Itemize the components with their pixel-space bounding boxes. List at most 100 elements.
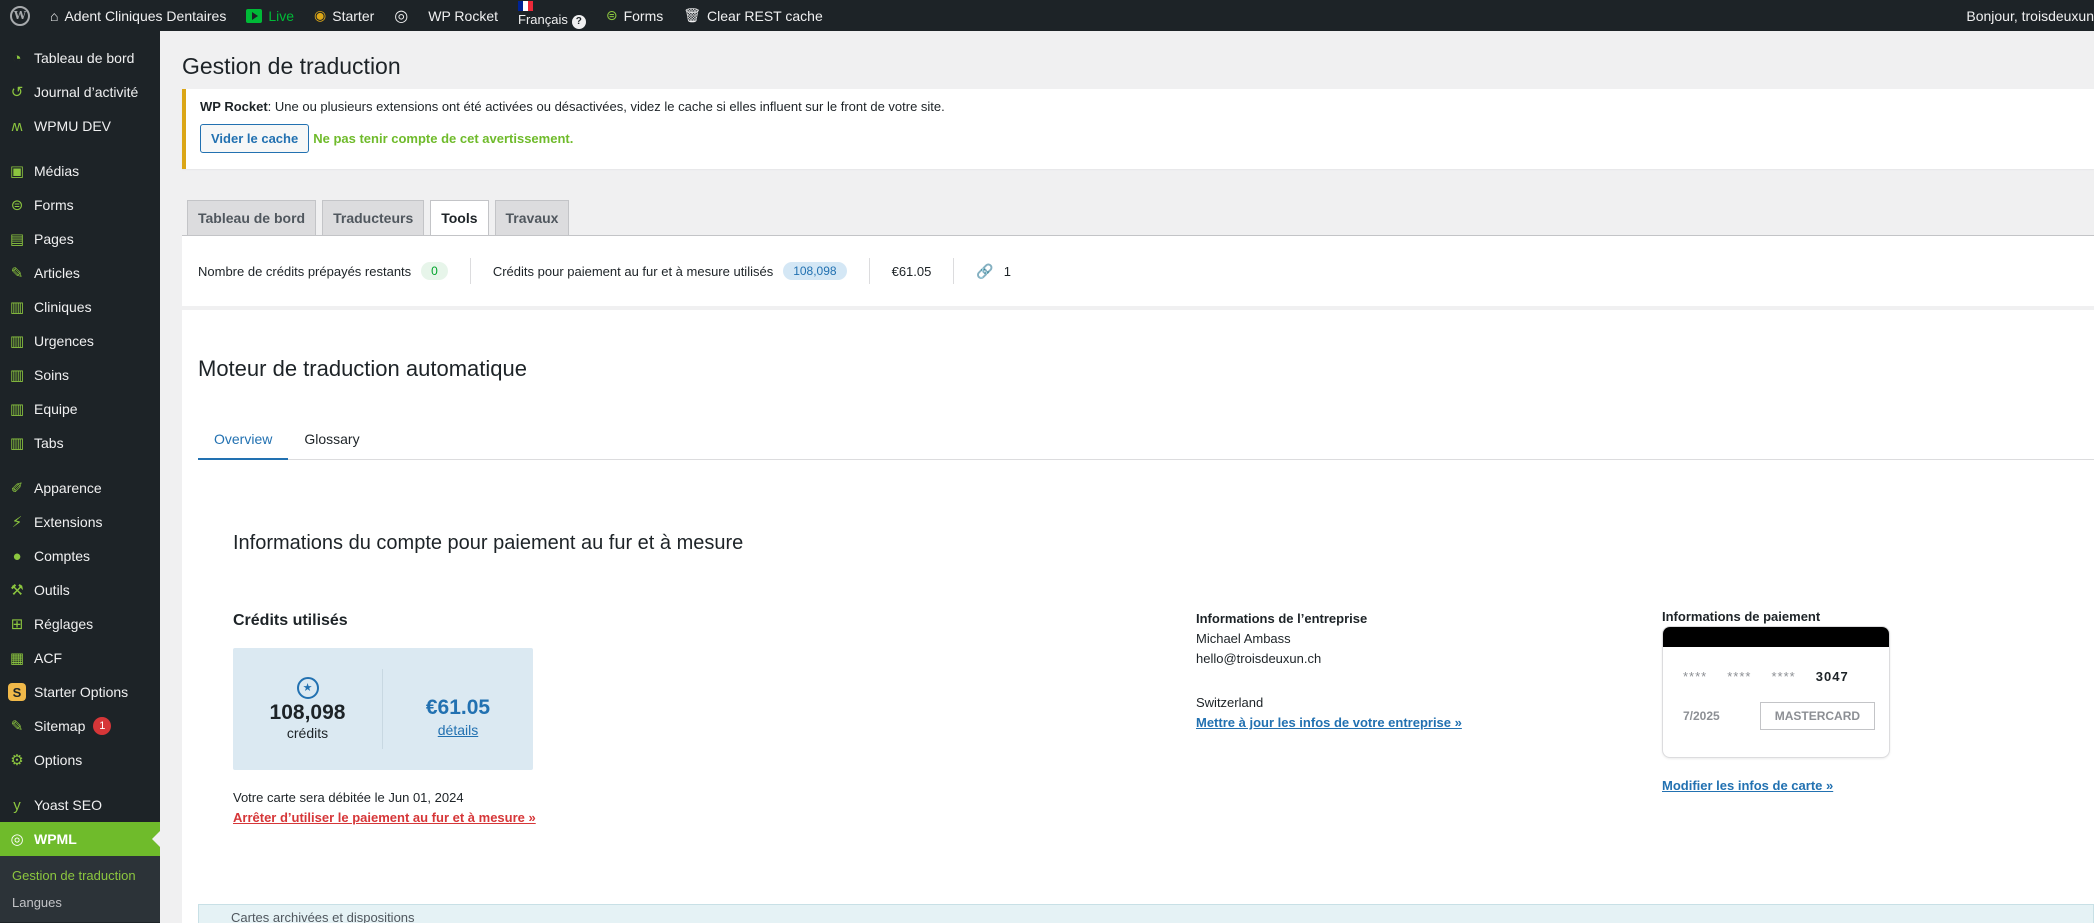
links-count: 1 bbox=[1003, 263, 1012, 279]
sidebar-label: Médias bbox=[34, 163, 80, 179]
starter-link[interactable]: ◉ Starter bbox=[304, 0, 384, 31]
prepaid-credits: Nombre de crédits prépayés restants 0 bbox=[198, 258, 471, 284]
company-heading: Informations de l’entreprise bbox=[1196, 611, 1368, 626]
subtab-overview[interactable]: Overview bbox=[198, 422, 289, 460]
admin-bar: W ⌂ Adent Cliniques Dentaires Live ◉ Sta… bbox=[0, 0, 2094, 31]
wprocket-link[interactable]: ◎ WP Rocket bbox=[384, 0, 508, 31]
account-menu[interactable]: Bonjour, troisdeuxun bbox=[1956, 0, 2094, 31]
sidebar-item-yoast[interactable]: y Yoast SEO bbox=[0, 788, 160, 822]
dismiss-notice-link[interactable]: Ne pas tenir compte de cet avertissement… bbox=[313, 131, 573, 146]
forms-link[interactable]: ⊜ Forms bbox=[596, 0, 673, 31]
sidebar-item-acf[interactable]: ▦ ACF bbox=[0, 641, 160, 675]
archived-cards-toggle[interactable]: Cartes archivées et dispositions bbox=[198, 904, 2094, 923]
media-icon: ▣ bbox=[9, 163, 25, 180]
sidebar-item-plugins[interactable]: ⚡ Extensions bbox=[0, 505, 160, 539]
main-tabs: Tableau de bord Traducteurs Tools Travau… bbox=[187, 200, 570, 236]
sidebar-item-dashboard[interactable]: ◔ Tableau de bord bbox=[0, 41, 160, 75]
card-magnetic-strip bbox=[1663, 627, 1889, 647]
language-switcher[interactable]: Français? bbox=[508, 0, 596, 31]
settings-icon: ⊞ bbox=[10, 616, 24, 633]
rocket-icon: ◎ bbox=[394, 7, 409, 25]
card-brand: MASTERCARD bbox=[1759, 702, 1876, 730]
wprocket-notice: WP Rocket: Une ou plusieurs extensions o… bbox=[182, 89, 2094, 169]
sidebar-item-users[interactable]: ● Comptes bbox=[0, 539, 160, 573]
sidebar-label: Réglages bbox=[34, 616, 94, 632]
help-icon[interactable]: ? bbox=[571, 15, 586, 29]
update-company-link[interactable]: Mettre à jour les infos de votre entrepr… bbox=[1196, 715, 1462, 730]
sitemap-icon: ✎ bbox=[10, 718, 24, 735]
tab-translators[interactable]: Traducteurs bbox=[322, 200, 425, 235]
sidebar-item-appearance[interactable]: ✐ Apparence bbox=[0, 471, 160, 505]
sidebar-label: Starter Options bbox=[34, 684, 129, 700]
clear-cache-button[interactable]: Vider le cache bbox=[200, 124, 310, 153]
sidebar-item-forms[interactable]: ⊜ Forms bbox=[0, 188, 160, 222]
payment-heading: Informations de paiement bbox=[1662, 609, 1821, 624]
play-icon bbox=[246, 8, 263, 23]
sidebar-item-media[interactable]: ▣ Médias bbox=[0, 154, 160, 188]
forms-label: Forms bbox=[623, 7, 664, 24]
sidebar-label: WPMU DEV bbox=[34, 118, 111, 134]
sidebar-item-pages[interactable]: ▤ Pages bbox=[0, 222, 160, 256]
sidebar-item-soins[interactable]: ▥ Soins bbox=[0, 358, 160, 392]
yoast-icon: y bbox=[13, 796, 21, 814]
clear-rest-cache-link[interactable]: 🗑 Clear REST cache bbox=[673, 0, 832, 31]
wprocket-label: WP Rocket bbox=[428, 7, 498, 24]
sidebar-item-wpml[interactable]: ◎ WPML bbox=[0, 822, 160, 856]
clear-cache-label: Clear REST cache bbox=[707, 7, 823, 24]
pages-icon: ▤ bbox=[9, 231, 25, 248]
sidebar-item-equipe[interactable]: ▥ Equipe bbox=[0, 392, 160, 426]
sidebar-label: Soins bbox=[34, 367, 70, 383]
history-icon: ↺ bbox=[10, 84, 24, 101]
sidebar-label: ACF bbox=[34, 650, 62, 666]
tab-dashboard[interactable]: Tableau de bord bbox=[187, 200, 317, 235]
submenu-languages[interactable]: Langues bbox=[0, 889, 160, 916]
links-segment[interactable]: 🔗 1 bbox=[976, 258, 1033, 284]
engine-subtabs: Overview Glossary bbox=[198, 422, 2094, 460]
credit-card: **** **** **** 3047 7/2025 MASTERCARD bbox=[1662, 626, 1890, 758]
payg-label: Crédits pour paiement au fur et à mesure… bbox=[492, 263, 774, 279]
subtab-glossary[interactable]: Glossary bbox=[288, 422, 375, 460]
sidebar-label: Tableau de bord bbox=[34, 50, 135, 66]
sidebar-item-activity-log[interactable]: ↺ Journal d’activité bbox=[0, 75, 160, 109]
table-icon: ▥ bbox=[9, 435, 25, 452]
modify-card-link[interactable]: Modifier les infos de carte » bbox=[1662, 778, 1890, 793]
sidebar-label: Outils bbox=[34, 582, 70, 598]
forms-icon: ⊜ bbox=[605, 7, 618, 23]
tab-jobs[interactable]: Travaux bbox=[494, 200, 570, 235]
sidebar-label: Equipe bbox=[34, 401, 78, 417]
sidebar-item-tools[interactable]: ⚒ Outils bbox=[0, 573, 160, 607]
site-name-link[interactable]: ⌂ Adent Cliniques Dentaires bbox=[40, 0, 236, 31]
starter-s-icon: S bbox=[8, 683, 26, 701]
wordpress-menu[interactable]: W bbox=[0, 0, 40, 31]
sidebar-item-starter-options[interactable]: S Starter Options bbox=[0, 675, 160, 709]
submenu-translation-management[interactable]: Gestion de traduction bbox=[0, 862, 160, 889]
sidebar-item-wpmudev[interactable]: ʍ WPMU DEV bbox=[0, 109, 160, 143]
wpml-icon: ◎ bbox=[10, 831, 24, 848]
sidebar-label: Tabs bbox=[34, 435, 64, 451]
payg-value-badge: 108,098 bbox=[783, 262, 847, 280]
sidebar-label: Options bbox=[34, 752, 83, 768]
notification-badge: 1 bbox=[93, 717, 112, 735]
sidebar-item-cliniques[interactable]: ▥ Cliniques bbox=[0, 290, 160, 324]
language-label: Français bbox=[518, 12, 568, 27]
wpml-submenu: Gestion de traduction Langues bbox=[0, 856, 160, 922]
sidebar-item-sitemap[interactable]: ✎ Sitemap 1 bbox=[0, 709, 160, 743]
details-link[interactable]: détails bbox=[438, 722, 478, 738]
sidebar-item-settings[interactable]: ⊞ Réglages bbox=[0, 607, 160, 641]
company-email: hello@troisdeuxun.ch bbox=[1196, 651, 1322, 666]
forms-icon: ⊜ bbox=[10, 197, 24, 214]
notice-text: : Une ou plusieurs extensions ont été ac… bbox=[267, 99, 945, 114]
table-icon: ▥ bbox=[9, 401, 25, 418]
admin-sidebar: ◔ Tableau de bord ↺ Journal d’activité ʍ WP… bbox=[0, 31, 160, 923]
sidebar-item-options[interactable]: ⚙ Options bbox=[0, 743, 160, 777]
sidebar-item-tabs[interactable]: ▥ Tabs bbox=[0, 426, 160, 460]
user-icon: ● bbox=[12, 547, 22, 565]
sidebar-item-articles[interactable]: ✎ Articles bbox=[0, 256, 160, 290]
stop-payg-link[interactable]: Arrêter d’utiliser le paiement au fur et… bbox=[233, 810, 536, 825]
sidebar-item-urgences[interactable]: ▥ Urgences bbox=[0, 324, 160, 358]
tab-tools[interactable]: Tools bbox=[430, 200, 489, 236]
card-last4: 3047 bbox=[1815, 669, 1849, 684]
greeting-label: Bonjour, troisdeuxun bbox=[1966, 7, 2094, 24]
live-link[interactable]: Live bbox=[236, 0, 304, 31]
wrench-icon: ⚒ bbox=[10, 582, 24, 599]
